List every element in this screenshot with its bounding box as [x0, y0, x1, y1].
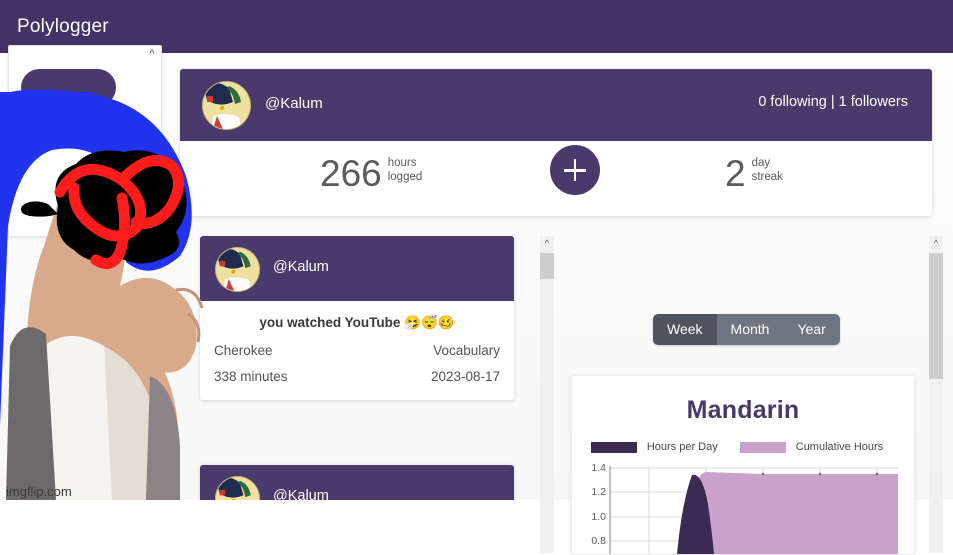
- add-log-button[interactable]: [550, 145, 600, 195]
- app-title: Polylogger: [17, 16, 109, 37]
- feed-card-category: Vocabulary: [433, 343, 500, 358]
- feed-card[interactable]: @Kalum you watched YouTube 🤧😴🥴 Cherokee …: [200, 236, 514, 400]
- feed-card-header: @Kalum: [200, 465, 514, 500]
- left-panel: ^: [8, 45, 162, 237]
- chevron-up-icon[interactable]: ^: [929, 236, 943, 251]
- page-body: ^ @Kalum 0 following | 1 followers 266 h…: [0, 45, 953, 555]
- feed-card-date: 2023-08-17: [430, 369, 500, 384]
- avatar[interactable]: [202, 81, 251, 130]
- profile-stats: 266 hours logged 2 day streak: [180, 141, 932, 216]
- stat-hours-unit-line2: logged: [387, 170, 423, 183]
- range-toggle[interactable]: Week Month Year: [653, 314, 840, 345]
- chart-title: Mandarin: [686, 396, 800, 424]
- chevron-up-icon[interactable]: ^: [145, 48, 159, 60]
- y-tick-label: 1.0: [591, 511, 606, 523]
- stat-day-streak: 2 day streak: [725, 154, 783, 194]
- scrollbar-thumb[interactable]: [540, 253, 554, 279]
- feed-list: @Kalum you watched YouTube 🤧😴🥴 Cherokee …: [195, 236, 530, 500]
- y-tick-label: 0.8: [591, 535, 606, 547]
- y-tick-label: 1.4: [591, 462, 606, 474]
- chart-y-axis: 1.4 1.2 1.0 0.8: [576, 462, 606, 554]
- stat-streak-unit-line2: streak: [751, 170, 783, 183]
- profile-header: @Kalum 0 following | 1 followers: [180, 69, 932, 141]
- stat-streak-value: 2: [725, 153, 746, 194]
- feed-card-row-language: Cherokee Vocabulary: [214, 343, 500, 358]
- stat-hours-unit: hours logged: [388, 157, 423, 184]
- follow-stats[interactable]: 0 following | 1 followers: [758, 94, 908, 110]
- series-cumulative-hours: [682, 472, 898, 554]
- chart-card: Mandarin Hours per Day Cumulative Hours …: [571, 375, 915, 555]
- feed-card-title: you watched YouTube 🤧😴🥴: [259, 315, 455, 330]
- watermark: imgflip.com: [6, 484, 72, 499]
- stat-streak-unit-line1: day: [751, 157, 771, 169]
- feed-card[interactable]: @Kalum: [200, 465, 514, 500]
- feed-card-header: @Kalum: [200, 236, 514, 301]
- feed-card-body: you watched YouTube 🤧😴🥴 Cherokee Vocabul…: [200, 301, 514, 400]
- y-tick-label: 1.2: [591, 486, 606, 498]
- legend-label-cumulative-hours: Cumulative Hours: [795, 441, 884, 453]
- legend-swatch-hours-per-day: [590, 441, 637, 453]
- chevron-up-icon[interactable]: ^: [540, 236, 554, 251]
- feed-card-handle: @Kalum: [273, 488, 329, 500]
- chart-legend: Hours per Day Cumulative Hours: [572, 441, 914, 453]
- main-scrollbar[interactable]: ^: [929, 236, 943, 553]
- profile-handle: @Kalum: [265, 95, 323, 112]
- range-toggle-year[interactable]: Year: [783, 314, 840, 345]
- avatar[interactable]: [215, 476, 260, 500]
- legend-label-hours-per-day: Hours per Day: [646, 441, 718, 453]
- range-toggle-month[interactable]: Month: [716, 314, 784, 345]
- feed-scrollbar[interactable]: ^: [540, 236, 554, 553]
- chart-plot: 1.4 1.2 1.0 0.8: [572, 462, 914, 554]
- feed-card-row-meta: 338 minutes 2023-08-17: [214, 369, 500, 384]
- stat-hours-logged: 266 hours logged: [320, 154, 422, 194]
- feed-card-duration: 338 minutes: [214, 369, 288, 384]
- feed-card-language: Cherokee: [214, 343, 273, 358]
- feed-card-handle: @Kalum: [273, 259, 329, 275]
- left-panel-button[interactable]: [21, 69, 116, 106]
- chart-svg: [609, 466, 898, 554]
- scrollbar-thumb[interactable]: [929, 253, 943, 379]
- profile-card: @Kalum 0 following | 1 followers 266 hou…: [180, 69, 932, 216]
- range-toggle-week[interactable]: Week: [653, 314, 717, 345]
- app-root: Polylogger ^ @Kalum 0 following | 1 foll…: [0, 0, 953, 555]
- stat-hours-unit-line1: hours: [387, 157, 417, 169]
- stat-streak-unit: day streak: [752, 157, 783, 184]
- stat-hours-value: 266: [320, 153, 382, 194]
- legend-swatch-cumulative-hours: [739, 441, 786, 453]
- avatar[interactable]: [215, 247, 260, 292]
